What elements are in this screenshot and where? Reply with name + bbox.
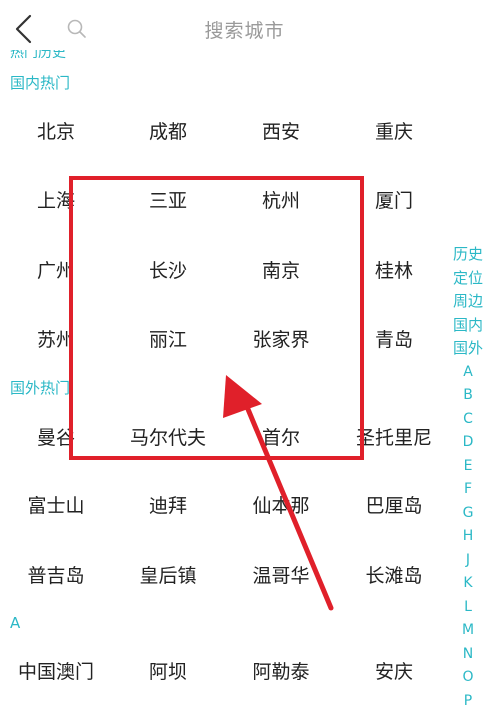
index-foreign[interactable]: 国外 xyxy=(448,337,488,361)
index-letter-f[interactable]: F xyxy=(448,478,488,502)
annotation-arrow-head xyxy=(223,375,262,418)
index-letter-d[interactable]: D xyxy=(448,431,488,455)
index-letter-g[interactable]: G xyxy=(448,502,488,526)
index-letter-l[interactable]: L xyxy=(448,596,488,620)
city-lijiang[interactable]: 丽江 xyxy=(112,325,224,352)
city-dubai[interactable]: 迪拜 xyxy=(112,491,224,518)
city-changsha[interactable]: 长沙 xyxy=(112,256,224,283)
index-letter-n[interactable]: N xyxy=(448,643,488,667)
city-seoul[interactable]: 首尔 xyxy=(225,423,337,450)
index-nearby[interactable]: 周边 xyxy=(448,290,488,314)
city-altay[interactable]: 阿勒泰 xyxy=(225,657,337,684)
city-chengdu[interactable]: 成都 xyxy=(112,117,224,144)
city-guilin[interactable]: 桂林 xyxy=(338,256,450,283)
index-location[interactable]: 定位 xyxy=(448,267,488,291)
city-guangzhou[interactable]: 广州 xyxy=(0,256,112,283)
city-xiamen[interactable]: 厦门 xyxy=(338,186,450,213)
city-suzhou[interactable]: 苏州 xyxy=(0,325,112,352)
city-xian[interactable]: 西安 xyxy=(225,117,337,144)
city-anqing[interactable]: 安庆 xyxy=(338,657,450,684)
city-maldives[interactable]: 马尔代夫 xyxy=(112,423,224,450)
page-title: 搜索城市 xyxy=(0,16,489,43)
city-boracay[interactable]: 长滩岛 xyxy=(338,561,450,588)
city-zhangjiajie[interactable]: 张家界 xyxy=(225,325,337,352)
index-letter-k[interactable]: K xyxy=(448,572,488,596)
index-letter-p[interactable]: P xyxy=(448,690,488,713)
city-phuket[interactable]: 普吉岛 xyxy=(0,561,112,588)
city-hangzhou[interactable]: 杭州 xyxy=(225,186,337,213)
domestic-hot-heading: 国内热门 xyxy=(10,72,70,93)
city-bangkok[interactable]: 曼谷 xyxy=(0,423,112,450)
index-letter-a[interactable]: A xyxy=(448,361,488,385)
city-bali[interactable]: 巴厘岛 xyxy=(338,491,450,518)
index-letter-c[interactable]: C xyxy=(448,408,488,432)
city-shanghai[interactable]: 上海 xyxy=(0,186,112,213)
foreign-hot-heading: 国外热门 xyxy=(10,377,70,398)
city-macau[interactable]: 中国澳门 xyxy=(0,657,112,684)
city-qingdao[interactable]: 青岛 xyxy=(338,325,450,352)
city-beijing[interactable]: 北京 xyxy=(0,117,112,144)
index-letter-o[interactable]: O xyxy=(448,666,488,690)
index-letter-b[interactable]: B xyxy=(448,384,488,408)
city-vancouver[interactable]: 温哥华 xyxy=(225,561,337,588)
index-letter-j[interactable]: J xyxy=(448,549,488,573)
highlight-rectangle xyxy=(71,178,362,458)
city-chongqing[interactable]: 重庆 xyxy=(338,117,450,144)
header-bar: 搜索城市 xyxy=(0,0,489,58)
city-sanya[interactable]: 三亚 xyxy=(112,186,224,213)
city-santorini[interactable]: 圣托里尼 xyxy=(338,423,450,450)
alphabet-index-bar[interactable]: 历史 定位 周边 国内 国外 A B C D E F G H J K L M N… xyxy=(448,243,488,713)
index-letter-m[interactable]: M xyxy=(448,619,488,643)
index-history[interactable]: 历史 xyxy=(448,243,488,267)
city-nanjing[interactable]: 南京 xyxy=(225,256,337,283)
annotation-overlay xyxy=(0,0,489,707)
index-letter-e[interactable]: E xyxy=(448,455,488,479)
index-letter-h[interactable]: H xyxy=(448,525,488,549)
city-queenstown[interactable]: 皇后镇 xyxy=(112,561,224,588)
letter-a-heading: A xyxy=(10,614,20,632)
partially-hidden-section-label: 热门历史 xyxy=(10,50,66,60)
city-semporna[interactable]: 仙本那 xyxy=(225,491,337,518)
city-aba[interactable]: 阿坝 xyxy=(112,657,224,684)
index-domestic[interactable]: 国内 xyxy=(448,314,488,338)
city-mount-fuji[interactable]: 富士山 xyxy=(0,491,112,518)
